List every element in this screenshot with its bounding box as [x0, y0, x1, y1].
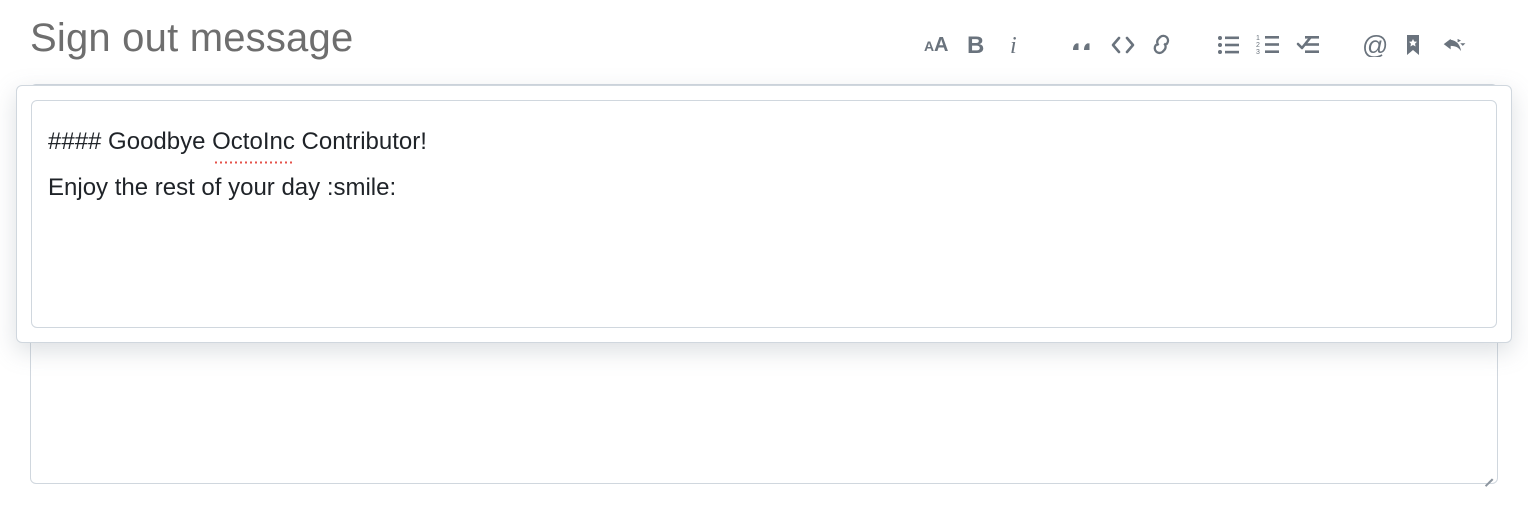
quote-icon[interactable] [1070, 32, 1096, 58]
mention-icon[interactable] [1362, 32, 1388, 58]
reply-icon[interactable] [1442, 32, 1468, 58]
italic-icon[interactable] [1004, 32, 1030, 58]
editor-line-1: #### Goodbye OctoInc Contributor! [48, 119, 1480, 165]
editor-popup: #### Goodbye OctoInc Contributor! Enjoy … [16, 85, 1512, 343]
editor-line-2: Enjoy the rest of your day :smile: [48, 165, 1480, 211]
formatting-toolbar [904, 32, 1488, 58]
message-textarea[interactable]: #### Goodbye OctoInc Contributor! Enjoy … [31, 100, 1497, 328]
bulleted-list-icon[interactable] [1216, 32, 1242, 58]
saved-reply-icon[interactable] [1402, 32, 1428, 58]
spellcheck-word: OctoInc [212, 119, 295, 165]
heading-icon[interactable] [924, 32, 950, 58]
numbered-list-icon[interactable] [1256, 32, 1282, 58]
task-list-icon[interactable] [1296, 32, 1322, 58]
resize-handle-icon[interactable] [1481, 467, 1493, 479]
code-icon[interactable] [1110, 32, 1136, 58]
bold-icon[interactable] [964, 32, 990, 58]
message-textarea-container: #### Goodbye OctoInc Contributor! Enjoy … [30, 84, 1498, 484]
link-icon[interactable] [1150, 32, 1176, 58]
section-title: Sign out message [30, 16, 353, 61]
